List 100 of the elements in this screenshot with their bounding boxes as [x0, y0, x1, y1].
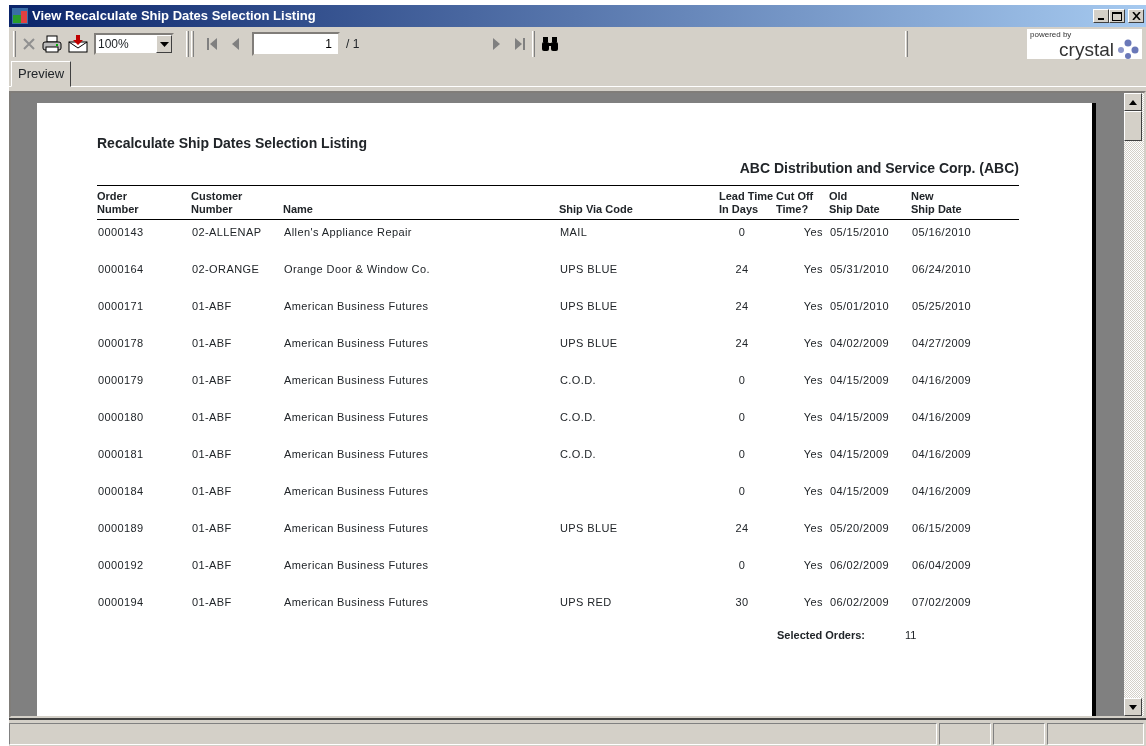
table-cell: American Business Futures — [284, 595, 429, 608]
window-title: View Recalculate Ship Dates Selection Listing — [32, 7, 316, 26]
last-page-icon[interactable] — [514, 37, 526, 51]
scroll-down-button[interactable] — [1124, 698, 1142, 716]
table-cell: 06/04/2009 — [912, 558, 972, 571]
table-cell: 01-ABF — [192, 336, 232, 349]
table-cell: UPS BLUE — [560, 336, 618, 349]
table-cell: 07/02/2009 — [912, 595, 972, 608]
table-cell: 01-ABF — [192, 299, 232, 312]
table-cell: 24 — [735, 262, 749, 275]
table-cell: 0 — [738, 558, 746, 571]
down-arrow-icon — [1129, 704, 1137, 710]
table-cell: 0 — [738, 226, 746, 239]
scroll-up-button[interactable] — [1124, 93, 1142, 111]
table-cell: 04/15/2009 — [830, 484, 890, 497]
next-page-icon[interactable] — [492, 37, 502, 51]
column-header: Order Number — [97, 190, 139, 216]
table-cell: 04/16/2009 — [912, 484, 972, 497]
table-cell: 02-ORANGE — [192, 262, 260, 275]
table-cell: 01-ABF — [192, 373, 232, 386]
table-cell: 0 — [738, 447, 746, 460]
table-cell: 24 — [735, 299, 749, 312]
table-cell: 05/16/2010 — [912, 226, 972, 239]
up-arrow-icon — [1129, 99, 1137, 105]
table-cell: Yes — [803, 484, 823, 497]
table-cell: 04/27/2009 — [912, 336, 972, 349]
table-cell: Yes — [803, 595, 823, 608]
maximize-button[interactable] — [1109, 9, 1125, 23]
table-cell: UPS BLUE — [560, 262, 618, 275]
table-cell: 02-ALLENAP — [192, 226, 262, 239]
table-cell: American Business Futures — [284, 410, 429, 423]
search-icon[interactable] — [541, 36, 559, 52]
table-cell: 01-ABF — [192, 558, 232, 571]
table-cell: Yes — [803, 226, 823, 239]
column-header: Lead Time In Days — [719, 190, 774, 216]
table-cell: C.O.D. — [560, 447, 596, 460]
table-cell: 24 — [735, 336, 749, 349]
table-cell: 06/02/2009 — [830, 558, 890, 571]
table-cell: 0000171 — [98, 299, 144, 312]
table-cell: 0 — [738, 373, 746, 386]
table-cell: 0000179 — [98, 373, 144, 386]
column-header: Cut Off Time? — [776, 190, 814, 216]
column-header: Customer Number — [191, 190, 243, 216]
table-cell: UPS BLUE — [560, 521, 618, 534]
table-cell: 04/02/2009 — [830, 336, 890, 349]
table-cell: Yes — [803, 336, 823, 349]
app-icon — [11, 7, 29, 25]
logo-wordmark: crystal — [1059, 39, 1114, 59]
table-cell: 01-ABF — [192, 484, 232, 497]
table-cell: 04/15/2009 — [830, 410, 890, 423]
table-cell: 04/15/2009 — [830, 447, 890, 460]
table-cell: Allen's Appliance Repair — [284, 226, 412, 239]
page-field[interactable]: 1 — [252, 32, 340, 56]
table-cell: 24 — [735, 521, 749, 534]
summary-value: 11 — [905, 627, 917, 643]
table-cell: 04/16/2009 — [912, 373, 972, 386]
company-name: ABC Distribution and Service Corp. (ABC) — [738, 159, 1019, 178]
table-cell: Orange Door & Window Co. — [284, 262, 430, 275]
table-cell: American Business Futures — [284, 299, 429, 312]
table-cell: 0000143 — [98, 226, 144, 239]
table-cell: 01-ABF — [192, 521, 232, 534]
table-cell: Yes — [803, 410, 823, 423]
table-cell: UPS RED — [560, 595, 612, 608]
table-cell: 06/15/2009 — [912, 521, 972, 534]
first-page-icon[interactable] — [206, 37, 218, 51]
dots-icon — [1117, 39, 1139, 59]
table-cell: 0000180 — [98, 410, 144, 423]
column-header: New Ship Date — [911, 190, 962, 216]
minimize-button[interactable] — [1093, 9, 1109, 23]
table-cell: 0 — [738, 484, 746, 497]
table-cell: 04/16/2009 — [912, 410, 972, 423]
table-cell: C.O.D. — [560, 373, 596, 386]
table-cell: American Business Futures — [284, 484, 429, 497]
close-button[interactable] — [1128, 9, 1144, 23]
table-cell: 0000164 — [98, 262, 144, 275]
previous-page-icon[interactable] — [230, 37, 240, 51]
table-cell: Yes — [803, 262, 823, 275]
export-icon[interactable] — [68, 35, 88, 53]
zoom-dropdown[interactable]: 100% — [94, 33, 174, 55]
logo-caption: powered by — [1030, 31, 1073, 39]
scroll-thumb[interactable] — [1124, 111, 1142, 141]
table-cell: 30 — [735, 595, 749, 608]
table-cell: American Business Futures — [284, 336, 429, 349]
preview-tab[interactable]: Preview — [11, 61, 72, 87]
table-cell: Yes — [803, 373, 823, 386]
column-header: Old Ship Date — [829, 190, 880, 216]
table-cell: 04/16/2009 — [912, 447, 972, 460]
table-cell: American Business Futures — [284, 521, 429, 534]
table-cell: 06/02/2009 — [830, 595, 890, 608]
table-cell: Yes — [803, 558, 823, 571]
table-cell: 01-ABF — [192, 595, 232, 608]
vertical-scrollbar[interactable] — [1124, 93, 1144, 716]
table-cell: 0000192 — [98, 558, 144, 571]
close-icon — [1131, 12, 1141, 20]
table-cell: 01-ABF — [192, 447, 232, 460]
table-cell: American Business Futures — [284, 373, 429, 386]
table-cell: 0000189 — [98, 521, 144, 534]
table-cell: 05/25/2010 — [912, 299, 972, 312]
page-count: / 1 — [346, 36, 361, 53]
print-icon[interactable] — [42, 35, 62, 53]
